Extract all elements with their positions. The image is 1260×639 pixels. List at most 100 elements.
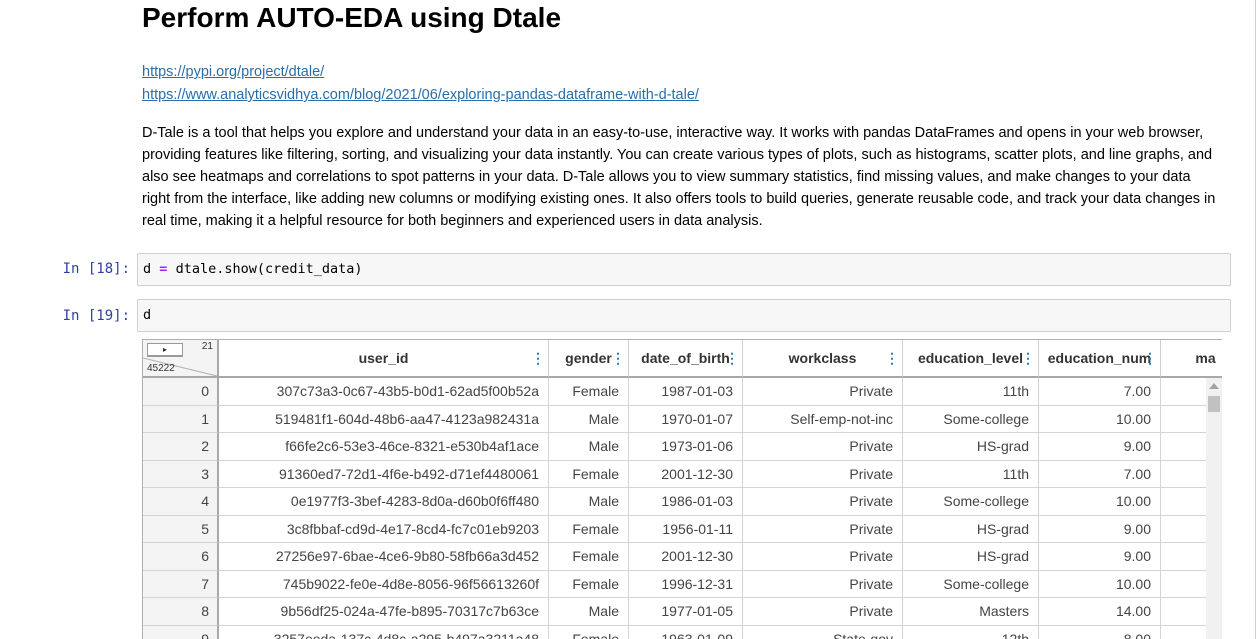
column-menu-icon[interactable]: ⋮ bbox=[1021, 340, 1035, 376]
cell-user-id[interactable]: 0e1977f3-3bef-4283-8d0a-d60b0f6ff480 bbox=[219, 488, 549, 516]
cell-gender[interactable]: Female bbox=[549, 625, 629, 639]
cell-education-level[interactable]: Some-college bbox=[903, 488, 1039, 516]
column-header-workclass[interactable]: workclass ⋮ bbox=[743, 340, 903, 378]
cell-date-of-birth[interactable]: 1970-01-07 bbox=[629, 405, 743, 433]
cell-education-level[interactable]: Some-college bbox=[903, 405, 1039, 433]
cell-workclass[interactable]: Private bbox=[743, 515, 903, 543]
cell-workclass[interactable]: Self-emp-not-inc bbox=[743, 405, 903, 433]
cell-education-level[interactable]: HS-grad bbox=[903, 433, 1039, 461]
cell-date-of-birth[interactable]: 1986-01-03 bbox=[629, 488, 743, 516]
cell-gender[interactable]: Female bbox=[549, 378, 629, 406]
analyticsvidhya-link[interactable]: https://www.analyticsvidhya.com/blog/202… bbox=[142, 87, 699, 103]
cell-gender[interactable]: Female bbox=[549, 515, 629, 543]
dtale-description: D-Tale is a tool that helps you explore … bbox=[142, 125, 1216, 229]
cell-user-id[interactable]: f66fe2c6-53e3-46ce-8321-e530b4af1ace bbox=[219, 433, 549, 461]
cell-date-of-birth[interactable]: 1973-01-06 bbox=[629, 433, 743, 461]
row-index[interactable]: 4 bbox=[143, 488, 219, 516]
cell-education-level[interactable]: Some-college bbox=[903, 570, 1039, 598]
cell-workclass[interactable]: Private bbox=[743, 488, 903, 516]
cell-education-level[interactable]: Masters bbox=[903, 598, 1039, 626]
column-header-gender[interactable]: gender ⋮ bbox=[549, 340, 629, 378]
code-cell-19[interactable]: d bbox=[137, 299, 1231, 332]
row-index[interactable]: 7 bbox=[143, 570, 219, 598]
column-header-label: workclass bbox=[788, 350, 857, 366]
row-index[interactable]: 5 bbox=[143, 515, 219, 543]
column-menu-icon[interactable]: ⋮ bbox=[611, 340, 625, 376]
column-menu-icon[interactable]: ⋮ bbox=[885, 340, 899, 376]
scroll-up-arrow-icon[interactable] bbox=[1209, 383, 1219, 389]
column-menu-icon[interactable]: ⋮ bbox=[531, 340, 545, 376]
cell-education-level[interactable]: 11th bbox=[903, 460, 1039, 488]
dtale-pypi-link[interactable]: https://pypi.org/project/dtale/ bbox=[142, 64, 324, 80]
cell-education-level[interactable]: HS-grad bbox=[903, 515, 1039, 543]
cell-date-of-birth[interactable]: 1963-01-09 bbox=[629, 625, 743, 639]
cell-date-of-birth[interactable]: 1987-01-03 bbox=[629, 378, 743, 406]
row-index[interactable]: 0 bbox=[143, 378, 219, 406]
row-index[interactable]: 6 bbox=[143, 543, 219, 571]
column-menu-icon[interactable]: ⋮ bbox=[725, 340, 739, 376]
cell-date-of-birth[interactable]: 2001-12-30 bbox=[629, 460, 743, 488]
grid-corner: ▸ 21 45222 bbox=[143, 340, 219, 378]
column-menu-icon[interactable]: ⋮ bbox=[1143, 340, 1157, 376]
cell-education-num[interactable]: 7.00 bbox=[1039, 460, 1161, 488]
cell-gender[interactable]: Male bbox=[549, 405, 629, 433]
cell-workclass[interactable]: State-gov bbox=[743, 625, 903, 639]
cell-education-num[interactable]: 7.00 bbox=[1039, 378, 1161, 406]
cell-user-id[interactable]: 27256e97-6bae-4ce6-9b80-58fb66a3d452 bbox=[219, 543, 549, 571]
cell-user-id[interactable]: 3257eeda-137c-4d8c-a295-b497a3211a48 bbox=[219, 625, 549, 639]
cell-education-num[interactable]: 8.00 bbox=[1039, 625, 1161, 639]
column-header-ma[interactable]: ma bbox=[1161, 340, 1222, 378]
cell-education-num[interactable]: 10.00 bbox=[1039, 570, 1161, 598]
cell-education-num[interactable]: 10.00 bbox=[1039, 405, 1161, 433]
cell-user-id[interactable]: 745b9022-fe0e-4d8e-8056-96f56613260f bbox=[219, 570, 549, 598]
column-header-education-num[interactable]: education_num ⋮ bbox=[1039, 340, 1161, 378]
cell-date-of-birth[interactable]: 1996-12-31 bbox=[629, 570, 743, 598]
cell-education-level[interactable]: HS-grad bbox=[903, 543, 1039, 571]
cell-workclass[interactable]: Private bbox=[743, 543, 903, 571]
cell-prompt-19: In [19]: bbox=[62, 308, 130, 324]
dtale-grid: ▸ 21 45222 user_id ⋮ gender ⋮ date_of_birth ⋮… bbox=[142, 339, 1222, 639]
cell-education-num[interactable]: 9.00 bbox=[1039, 433, 1161, 461]
row-index[interactable]: 8 bbox=[143, 598, 219, 626]
cell-education-num[interactable]: 9.00 bbox=[1039, 515, 1161, 543]
cell-gender[interactable]: Male bbox=[549, 433, 629, 461]
row-index[interactable]: 3 bbox=[143, 460, 219, 488]
cell-date-of-birth[interactable]: 1956-01-11 bbox=[629, 515, 743, 543]
cell-gender[interactable]: Female bbox=[549, 543, 629, 571]
cell-workclass[interactable]: Private bbox=[743, 598, 903, 626]
cell-education-level[interactable]: 11th bbox=[903, 378, 1039, 406]
column-header-label: education_num bbox=[1047, 350, 1152, 366]
cell-gender[interactable]: Male bbox=[549, 488, 629, 516]
cell-gender[interactable]: Male bbox=[549, 598, 629, 626]
cell-user-id[interactable]: 307c73a3-0c67-43b5-b0d1-62ad5f00b52a bbox=[219, 378, 549, 406]
scroll-thumb[interactable] bbox=[1208, 396, 1220, 412]
cell-user-id[interactable]: 9b56df25-024a-47fe-b895-70317c7b63ce bbox=[219, 598, 549, 626]
cell-gender[interactable]: Female bbox=[549, 570, 629, 598]
cell-education-num[interactable]: 14.00 bbox=[1039, 598, 1161, 626]
cell-workclass[interactable]: Private bbox=[743, 460, 903, 488]
cell-workclass[interactable]: Private bbox=[743, 433, 903, 461]
code-cell-18[interactable]: d = dtale.show(credit_data) bbox=[137, 253, 1231, 286]
row-index[interactable]: 9 bbox=[143, 625, 219, 639]
cell-user-id[interactable]: 3c8fbbaf-cd9d-4e17-8cd4-fc7c01eb9203 bbox=[219, 515, 549, 543]
row-index[interactable]: 1 bbox=[143, 405, 219, 433]
page-title: Perform AUTO-EDA using Dtale bbox=[142, 2, 562, 33]
code-operator: = bbox=[159, 261, 168, 277]
cell-prompt-18: In [18]: bbox=[62, 261, 130, 277]
cell-date-of-birth[interactable]: 1977-01-05 bbox=[629, 598, 743, 626]
dtale-main-menu-button[interactable]: ▸ bbox=[147, 343, 183, 357]
cell-education-level[interactable]: 12th bbox=[903, 625, 1039, 639]
cell-user-id[interactable]: 519481f1-604d-48b6-aa47-4123a982431a bbox=[219, 405, 549, 433]
cell-gender[interactable]: Female bbox=[549, 460, 629, 488]
cell-education-num[interactable]: 10.00 bbox=[1039, 488, 1161, 516]
grid-vertical-scrollbar[interactable] bbox=[1206, 378, 1222, 639]
column-header-education-level[interactable]: education_level ⋮ bbox=[903, 340, 1039, 378]
cell-workclass[interactable]: Private bbox=[743, 378, 903, 406]
cell-date-of-birth[interactable]: 2001-12-30 bbox=[629, 543, 743, 571]
cell-education-num[interactable]: 9.00 bbox=[1039, 543, 1161, 571]
column-header-user-id[interactable]: user_id ⋮ bbox=[219, 340, 549, 378]
cell-workclass[interactable]: Private bbox=[743, 570, 903, 598]
cell-user-id[interactable]: 91360ed7-72d1-4f6e-b492-d71ef4480061 bbox=[219, 460, 549, 488]
row-index[interactable]: 2 bbox=[143, 433, 219, 461]
column-header-date-of-birth[interactable]: date_of_birth ⋮ bbox=[629, 340, 743, 378]
